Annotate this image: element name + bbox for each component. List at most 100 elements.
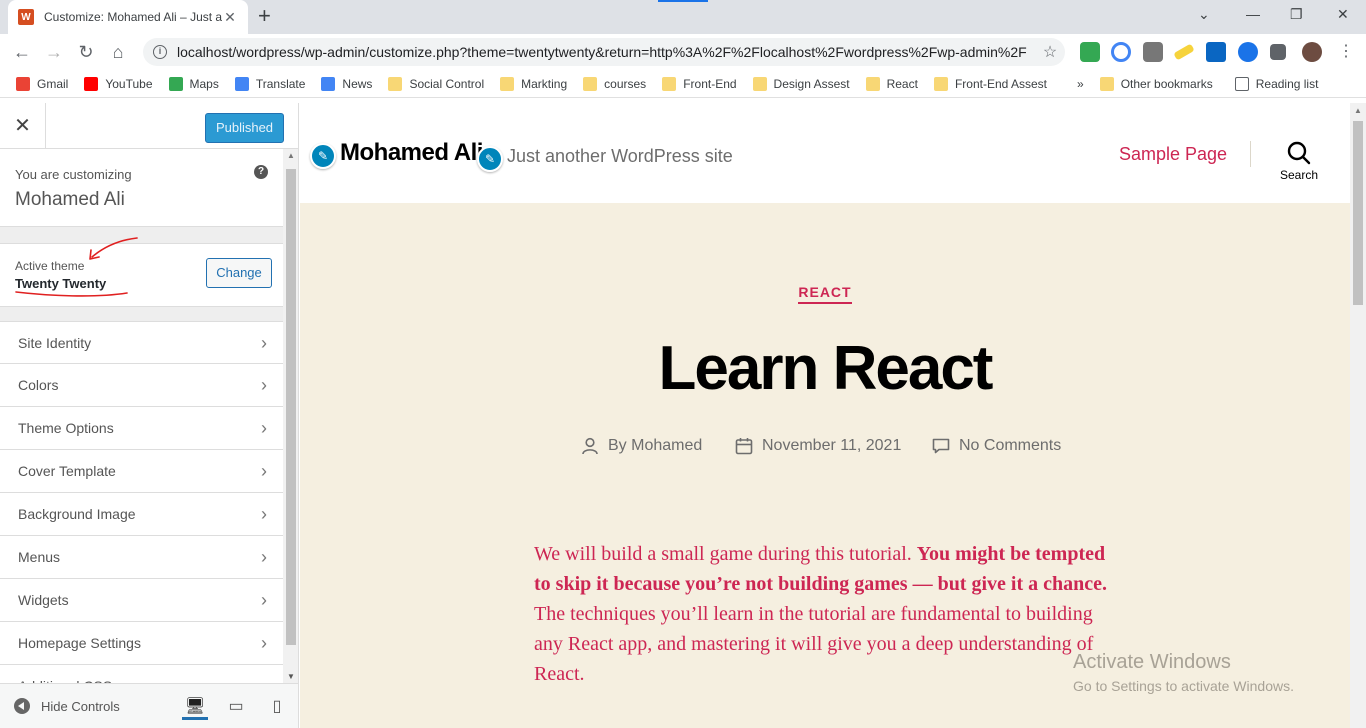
extensions-puzzle-icon[interactable] xyxy=(1270,44,1286,60)
bookmark-translate[interactable]: Translate xyxy=(234,76,306,91)
browser-tab[interactable]: W Customize: Mohamed Ali – Just a ✕ xyxy=(8,0,248,34)
customizer-panel-list: Site Identity › Colors › Theme Options › Cover… xyxy=(0,321,283,683)
bookmark-markting[interactable]: Markting xyxy=(500,76,567,91)
bookmark-social-control[interactable]: Social Control xyxy=(388,76,484,91)
panel-widgets[interactable]: Widgets › xyxy=(0,579,283,622)
browser-toolbar: ← → ↻ ⌂ i localhost/wordpress/wp-admin/c… xyxy=(0,34,1366,70)
sidebar-scroll-thumb[interactable] xyxy=(286,169,296,645)
collapse-arrow-icon[interactable] xyxy=(14,698,30,714)
circle-extension-icon[interactable] xyxy=(1111,42,1131,62)
panel-background-image[interactable]: Background Image › xyxy=(0,493,283,536)
back-arrow-icon[interactable]: ← xyxy=(10,40,34,64)
post-comments-link[interactable]: No Comments xyxy=(959,437,1061,455)
bookmark-label: Design Assest xyxy=(773,76,850,91)
folder-icon xyxy=(662,76,677,91)
address-bar[interactable]: i localhost/wordpress/wp-admin/customize… xyxy=(143,38,1065,66)
panel-theme-options[interactable]: Theme Options › xyxy=(0,407,283,450)
panel-cover-template[interactable]: Cover Template › xyxy=(0,450,283,493)
more-menu-icon[interactable]: ⋮ xyxy=(1334,40,1358,64)
globe-extension-icon[interactable] xyxy=(1238,42,1258,62)
window-close-icon[interactable]: ✕ xyxy=(1337,6,1349,23)
bookmark-front-end[interactable]: Front-End xyxy=(662,76,737,91)
user-icon xyxy=(582,437,598,455)
linkedin-extension-icon[interactable] xyxy=(1206,42,1226,62)
panel-site-identity[interactable]: Site Identity › xyxy=(0,321,283,364)
other-bookmarks-label: Other bookmarks xyxy=(1120,76,1213,91)
hide-controls-button[interactable]: Hide Controls xyxy=(41,699,120,714)
restore-icon[interactable]: ❐ xyxy=(1290,6,1303,23)
bookmark-youtube[interactable]: YouTube xyxy=(84,76,153,91)
bookmark-label: courses xyxy=(604,76,647,91)
bookmark-react[interactable]: React xyxy=(865,76,918,91)
preview-scroll-up-icon[interactable]: ▲ xyxy=(1354,106,1362,115)
bookmark-label: Translate xyxy=(255,76,306,91)
bookmark-favicon-icon xyxy=(16,76,30,91)
shield-extension-icon[interactable] xyxy=(1080,42,1100,62)
bookmark-front-end-assest[interactable]: Front-End Assest xyxy=(933,76,1047,91)
mobile-preview-icon[interactable]: ▯ xyxy=(264,694,290,720)
nav-sample-page[interactable]: Sample Page xyxy=(1119,144,1227,165)
customizing-site-name: Mohamed Ali xyxy=(15,189,125,210)
reading-list-button[interactable]: Reading list xyxy=(1234,76,1318,91)
reading-list-icon xyxy=(1234,76,1249,91)
preview-scroll-thumb[interactable] xyxy=(1353,121,1363,305)
bookmark-gmail[interactable]: Gmail xyxy=(16,76,68,91)
panel-homepage-settings[interactable]: Homepage Settings › xyxy=(0,622,283,665)
preview-scrollbar[interactable]: ▲ xyxy=(1350,103,1366,728)
edit-site-title-pencil-icon[interactable]: ✎ xyxy=(310,143,336,169)
bookmark-courses[interactable]: courses xyxy=(583,76,647,91)
site-title[interactable]: Mohamed Ali xyxy=(340,139,483,167)
close-customizer-icon[interactable]: ✕ xyxy=(0,103,46,149)
post-author-link[interactable]: By Mohamed xyxy=(608,437,702,455)
bookmark-maps[interactable]: Maps xyxy=(168,76,219,91)
panel-additional-css[interactable]: Additional CSS› xyxy=(0,665,283,683)
tablet-preview-icon[interactable]: ▭ xyxy=(223,694,249,720)
sidebar-scrollbar[interactable]: ▲ ▼ xyxy=(283,149,298,683)
published-button[interactable]: Published xyxy=(205,113,284,143)
tab-search-chevron-icon[interactable]: ⌄ xyxy=(1198,6,1210,23)
bookmarks-bar: Gmail YouTube Maps Translate News Social Cont… xyxy=(0,70,1366,98)
address-url[interactable]: localhost/wordpress/wp-admin/customize.p… xyxy=(177,44,1035,60)
post-date-link[interactable]: November 11, 2021 xyxy=(762,437,901,455)
help-icon[interactable]: ? xyxy=(254,165,268,179)
scroll-down-arrow-icon[interactable]: ▼ xyxy=(287,672,295,681)
calendar-icon xyxy=(735,438,753,455)
highlighter-extension-icon[interactable] xyxy=(1173,43,1195,61)
search-toggle[interactable]: Search xyxy=(1274,141,1324,182)
wordpress-favicon-icon: W xyxy=(18,9,34,25)
panel-menus[interactable]: Menus › xyxy=(0,536,283,579)
bookmark-label: YouTube xyxy=(105,76,153,91)
site-info-icon[interactable]: i xyxy=(153,45,167,59)
home-icon[interactable]: ⌂ xyxy=(106,40,130,64)
customizer-header: ✕ Published xyxy=(0,103,298,149)
bookmark-design-assest[interactable]: Design Assest xyxy=(752,76,850,91)
tab-close-icon[interactable]: ✕ xyxy=(222,9,238,26)
bookmarks-overflow-button[interactable]: » xyxy=(1077,77,1084,91)
customizer-sidebar: ✕ Published You are customizing Mohamed … xyxy=(0,103,299,728)
forward-arrow-icon[interactable]: → xyxy=(42,40,66,64)
minimize-icon[interactable]: — xyxy=(1246,6,1260,22)
post-title[interactable]: Learn React xyxy=(300,333,1350,404)
category-link[interactable]: REACT xyxy=(798,284,852,304)
post-body-rest: The techniques you’ll learn in the tutor… xyxy=(534,603,1094,685)
change-theme-button[interactable]: Change xyxy=(206,258,272,288)
reload-icon[interactable]: ↻ xyxy=(74,40,98,64)
tab-title: Customize: Mohamed Ali – Just a xyxy=(44,10,222,24)
camera-extension-icon[interactable] xyxy=(1143,42,1163,62)
post-date: November 11, 2021 xyxy=(735,437,901,455)
new-tab-button[interactable]: + xyxy=(258,4,271,28)
panel-colors[interactable]: Colors › xyxy=(0,364,283,407)
customizing-label: You are customizing xyxy=(15,167,132,182)
other-bookmarks-folder[interactable]: Other bookmarks xyxy=(1099,76,1213,91)
site-description: Just another WordPress site xyxy=(507,146,733,166)
bookmark-star-icon[interactable]: ☆ xyxy=(1035,42,1065,62)
panel-label: Homepage Settings xyxy=(18,635,141,651)
post-author: By Mohamed xyxy=(581,437,702,455)
windows-activation-watermark: Activate Windows Go to Settings to activ… xyxy=(1073,651,1294,694)
desktop-preview-icon[interactable]: 🖥 xyxy=(182,694,208,720)
bookmark-news[interactable]: News xyxy=(321,76,372,91)
chevron-right-icon: › xyxy=(261,665,267,683)
edit-tagline-pencil-icon[interactable]: ✎ xyxy=(477,146,503,172)
profile-avatar[interactable] xyxy=(1302,42,1322,62)
scroll-up-arrow-icon[interactable]: ▲ xyxy=(287,151,295,160)
